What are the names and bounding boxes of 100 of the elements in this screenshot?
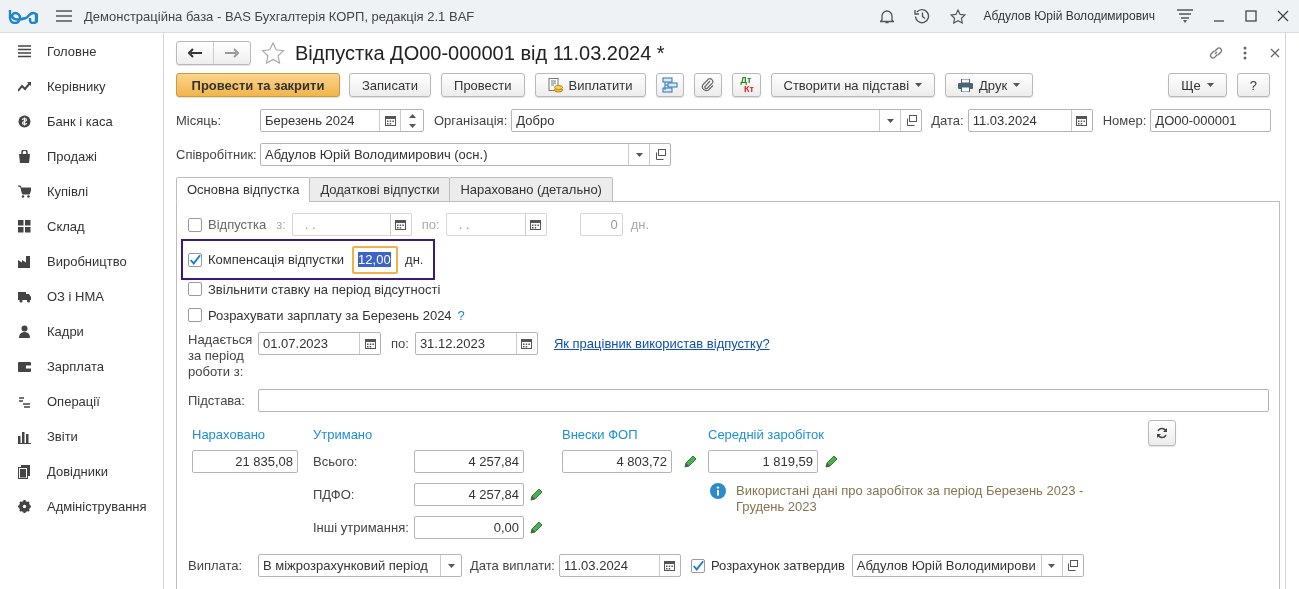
attach-button[interactable]: [693, 73, 722, 97]
date-to-field[interactable]: 31.12.2023: [414, 332, 538, 355]
sidebar-item[interactable]: Продажі: [0, 139, 163, 174]
favorite-star-icon[interactable]: [261, 41, 285, 65]
menu-icon[interactable]: [56, 10, 72, 22]
dropdown-caret-icon[interactable]: [447, 563, 455, 568]
unit-label: дн.: [630, 217, 650, 232]
factory-icon: [18, 254, 31, 269]
date-from-field[interactable]: 01.07.2023: [258, 332, 381, 355]
checkbox-label: Розрахунок затвердив: [710, 558, 845, 573]
open-window-icon[interactable]: [905, 115, 917, 126]
menu-button[interactable]: Ще: [1168, 73, 1227, 97]
close-icon[interactable]: [1270, 48, 1280, 58]
dropdown-caret-icon[interactable]: [886, 118, 894, 123]
checkbox-label: Відпустка: [208, 217, 267, 232]
post-and-close-button[interactable]: Провести та закрити: [176, 73, 340, 97]
pencil-icon[interactable]: [682, 454, 698, 469]
field-label: з:: [276, 217, 286, 232]
sidebar-item[interactable]: Зарплата: [0, 349, 163, 384]
sidebar-item[interactable]: Кадри: [0, 314, 163, 349]
field-label: ПДФО:: [313, 487, 356, 502]
calendar-icon[interactable]: [395, 219, 407, 230]
menu-button[interactable]: Створити на підставі: [770, 73, 936, 97]
grid-icon: [18, 219, 31, 234]
organization-field[interactable]: Добро: [511, 109, 923, 132]
sidebar-item[interactable]: Адміністрування: [0, 489, 163, 524]
field-label: по:: [391, 336, 409, 351]
help-link[interactable]: ?: [457, 307, 465, 323]
calendar-icon[interactable]: [664, 560, 676, 571]
calendar-icon[interactable]: [530, 219, 542, 230]
calendar-icon[interactable]: [521, 338, 533, 349]
dropdown-caret-icon[interactable]: [635, 152, 643, 157]
average-earnings-field[interactable]: 1 819,59: [708, 450, 818, 473]
toolbar-button[interactable]: Записати: [349, 73, 432, 97]
sidebar-item[interactable]: Склад: [0, 209, 163, 244]
section-heading[interactable]: Утримано: [313, 427, 549, 443]
contributions-field[interactable]: 4 803,72: [562, 450, 672, 473]
calendar-icon[interactable]: [1076, 115, 1088, 126]
toolbar-button[interactable]: ?: [1236, 73, 1270, 97]
filter-menu-icon[interactable]: [1177, 9, 1193, 23]
sidebar-item[interactable]: Банк і каса: [0, 104, 163, 139]
checkbox-label: Компенсація відпустки: [208, 252, 345, 267]
trend-icon: [18, 79, 31, 94]
toolbar-button[interactable]: Провести: [441, 73, 525, 97]
amount-field[interactable]: 4 257,84: [414, 450, 524, 473]
number-field[interactable]: ДО00-000001: [1150, 109, 1272, 132]
checkbox[interactable]: [690, 558, 705, 573]
pencil-icon[interactable]: [823, 454, 839, 469]
sidebar-item[interactable]: Довідники: [0, 454, 163, 489]
pencil-icon[interactable]: [529, 520, 544, 535]
print-button[interactable]: Друк: [945, 73, 1034, 97]
employee-field[interactable]: Абдулов Юрій Володимирович (осн.): [260, 143, 671, 166]
sidebar-item[interactable]: Виробництво: [0, 244, 163, 279]
checkbox[interactable]: [188, 282, 202, 296]
approver-field[interactable]: Абдулов Юрій Володимирови: [851, 554, 1084, 577]
pencil-icon[interactable]: [529, 487, 544, 502]
accrued-field[interactable]: 21 835,08: [192, 450, 298, 473]
checkbox[interactable]: [188, 252, 202, 267]
pay-button[interactable]: Виплатити: [534, 73, 646, 97]
bell-icon[interactable]: [879, 8, 894, 24]
sidebar-item[interactable]: Операції: [0, 384, 163, 419]
calendar-icon[interactable]: [364, 338, 376, 349]
amount-field[interactable]: 0,00: [414, 516, 524, 539]
date-field[interactable]: 11.03.2024: [967, 109, 1093, 132]
tab[interactable]: Основна відпустка: [176, 177, 311, 202]
tab[interactable]: Додаткові відпустки: [309, 177, 451, 202]
settings-icon: [18, 499, 31, 514]
days-field[interactable]: 12,00: [352, 245, 399, 274]
dropdown-caret-icon[interactable]: [1048, 563, 1056, 568]
close-icon[interactable]: [1277, 10, 1289, 22]
refresh-button[interactable]: [1148, 420, 1176, 446]
field-label: по:: [421, 217, 440, 232]
checkbox[interactable]: [188, 308, 202, 322]
tab[interactable]: Нараховано (детально): [449, 177, 613, 202]
structure-button[interactable]: [655, 73, 684, 97]
basis-field[interactable]: [258, 389, 1269, 412]
sidebar-item[interactable]: Головне: [0, 34, 163, 69]
link-icon[interactable]: [1208, 45, 1224, 61]
user-name[interactable]: Абдулов Юрій Володимирович: [983, 9, 1155, 23]
vacation-usage-link[interactable]: Як працівник використав відпустку?: [553, 336, 770, 351]
maximize-icon[interactable]: [1245, 10, 1257, 22]
postings-button[interactable]: Дт Кт: [731, 73, 761, 97]
calendar-icon[interactable]: [384, 115, 396, 126]
sidebar-item[interactable]: ОЗ і НМА: [0, 279, 163, 314]
month-field[interactable]: Березень 2024: [260, 109, 424, 132]
history-icon[interactable]: [913, 8, 930, 24]
sidebar-item[interactable]: Купівлі: [0, 174, 163, 209]
section-heading[interactable]: Нараховано: [192, 427, 298, 443]
payment-date-field[interactable]: 11.03.2024: [558, 554, 681, 577]
payment-field[interactable]: В міжрозрахунковий період: [258, 554, 462, 577]
section-heading[interactable]: Внески ФОП: [562, 427, 708, 443]
open-window-icon[interactable]: [654, 149, 666, 160]
spin-arrows-icon[interactable]: [408, 112, 416, 129]
sidebar-item[interactable]: Керівнику: [0, 69, 163, 104]
sidebar-item[interactable]: Звіти: [0, 419, 163, 454]
hierarchy-icon: [661, 77, 678, 93]
section-heading[interactable]: Середній заробіток: [708, 427, 1130, 443]
star-icon[interactable]: [949, 8, 966, 24]
amount-field[interactable]: 4 257,84: [414, 483, 524, 506]
open-window-icon[interactable]: [1067, 560, 1079, 571]
